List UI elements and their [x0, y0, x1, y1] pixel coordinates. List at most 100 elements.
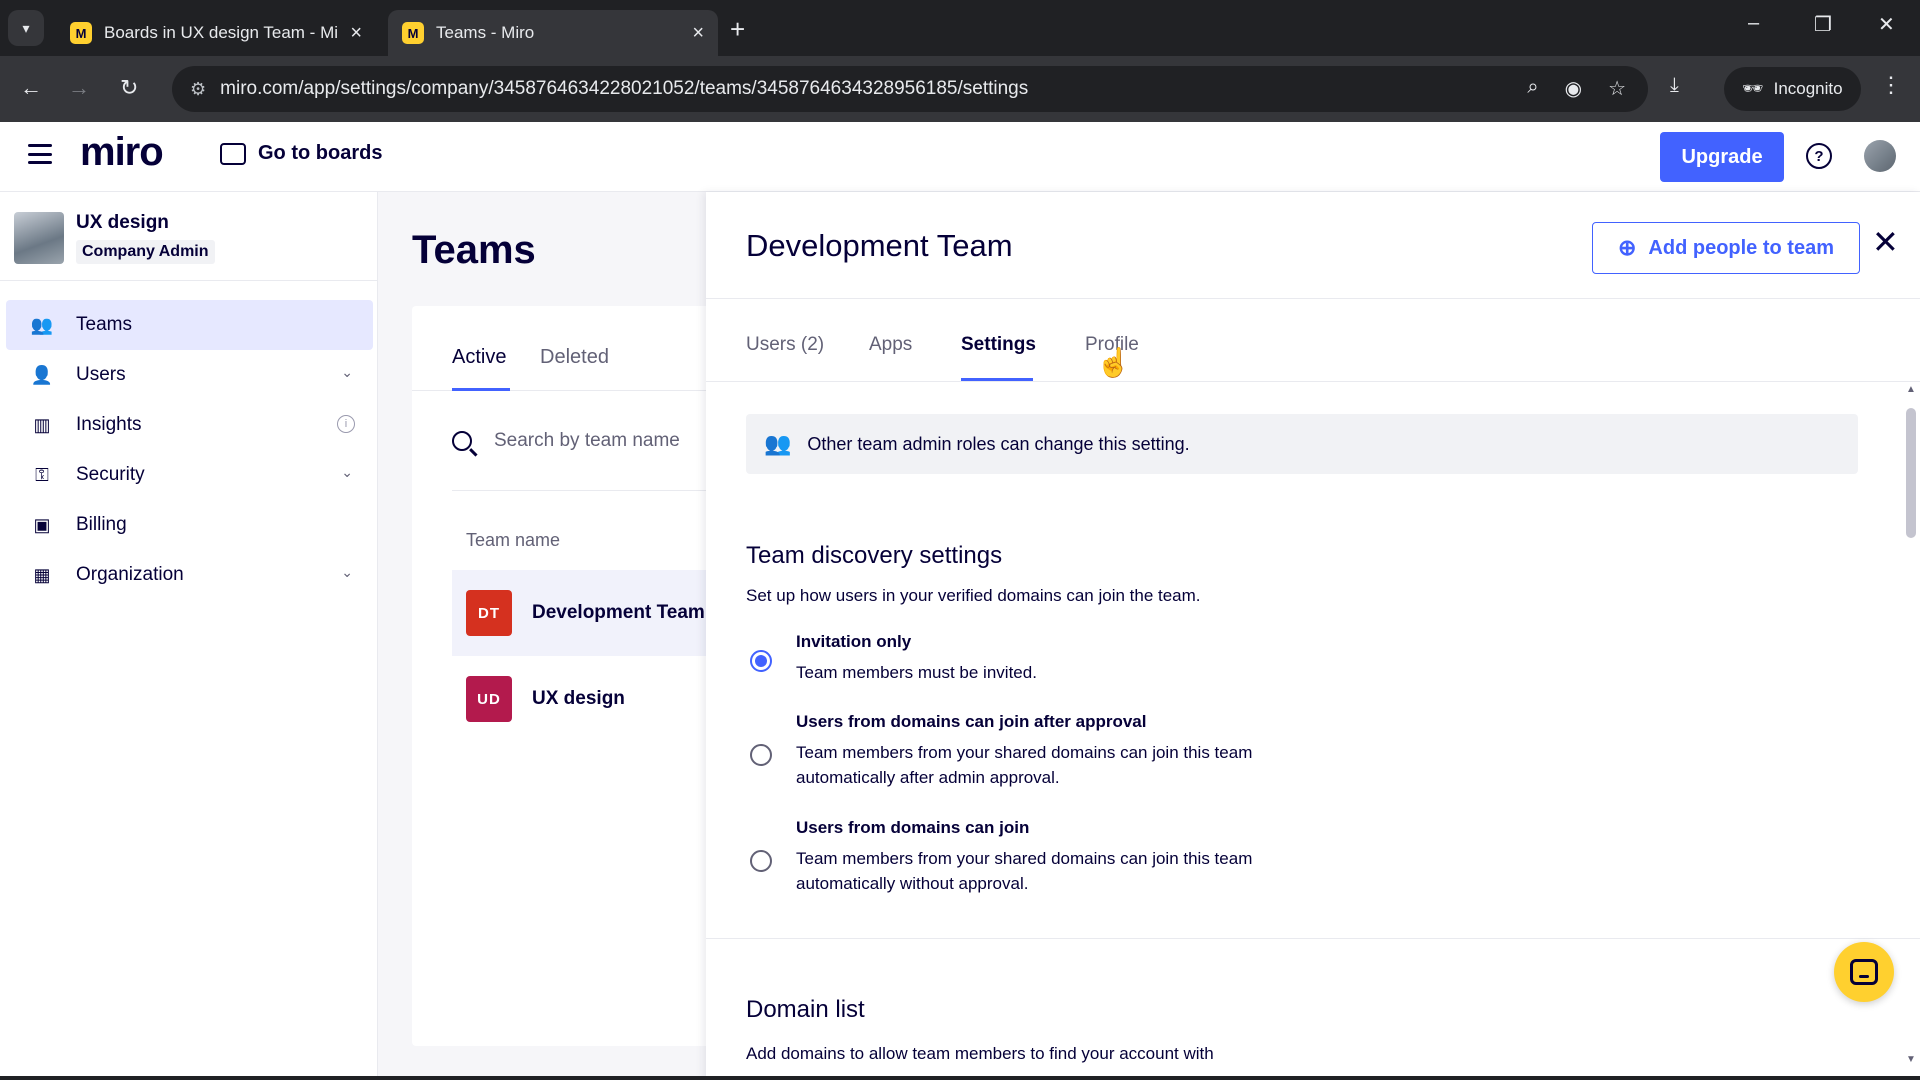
building-icon: ▦ — [33, 564, 51, 585]
tab-apps[interactable]: Apps — [869, 334, 912, 356]
domain-list-title: Domain list — [746, 996, 865, 1023]
team-detail-panel: Development Team ⊕ Add people to team ✕ … — [706, 192, 1920, 1080]
column-header-team-name[interactable]: Team name — [466, 530, 560, 551]
sidebar-item-organization[interactable]: ▦ Organization ⌄ — [6, 550, 373, 600]
minimize-window-icon[interactable]: – — [1748, 12, 1759, 35]
sidebar-item-billing[interactable]: ▣ Billing — [6, 500, 373, 550]
radio-button-checked[interactable] — [750, 650, 772, 672]
miro-favicon-icon: M — [70, 22, 92, 44]
search-placeholder: Search by team name — [494, 430, 680, 451]
tab-settings[interactable]: Settings — [961, 334, 1036, 356]
scroll-up-arrow-icon[interactable]: ▲ — [1906, 384, 1916, 395]
radio-button[interactable] — [750, 850, 772, 872]
url-text: miro.com/app/settings/company/3458764634… — [220, 78, 1029, 99]
table-row[interactable]: DT Development Team — [452, 570, 712, 656]
tabs-divider — [706, 381, 1920, 382]
teams-list-area: Teams Active Deleted Search by team name… — [378, 192, 712, 1080]
table-row[interactable]: UD UX design — [452, 656, 712, 742]
sidebar-item-label: Security — [76, 464, 145, 485]
hamburger-menu-icon[interactable] — [28, 144, 52, 164]
download-icon[interactable]: ⤓ — [1670, 74, 1679, 97]
radio-button[interactable] — [750, 744, 772, 766]
add-user-icon: ⊕ — [1617, 235, 1637, 260]
tab-users[interactable]: Users (2) — [746, 334, 824, 356]
sidebar: UX design Company Admin 👥 Teams 👤 Users … — [0, 192, 378, 1080]
browser-toolbar: ← → ↻ ⚙ miro.com/app/settings/company/34… — [0, 56, 1920, 122]
close-tab-icon[interactable]: × — [692, 22, 704, 45]
browser-menu-icon[interactable]: ⋮ — [1880, 72, 1902, 98]
browser-tab-teams[interactable]: M Teams - Miro × — [388, 10, 718, 56]
info-icon[interactable]: i — [337, 415, 355, 433]
upgrade-button[interactable]: Upgrade — [1660, 132, 1784, 182]
forward-arrow-icon[interactable]: → — [68, 75, 90, 101]
chevron-down-icon: ⌄ — [341, 564, 353, 580]
radio-description: Team members from your shared domains ca… — [796, 849, 1253, 893]
active-tab-indicator — [452, 388, 510, 391]
close-icon[interactable]: ✕ — [1872, 226, 1899, 258]
section-divider — [706, 938, 1920, 939]
team-discovery-title: Team discovery settings — [746, 542, 1003, 569]
restore-window-icon[interactable]: ❐ — [1814, 12, 1832, 37]
tab-search-chevron-icon[interactable]: ▾ — [8, 10, 44, 46]
pointer-hand-cursor-icon: ☝ — [1096, 347, 1131, 378]
go-to-boards-label: Go to boards — [258, 142, 383, 164]
radio-description: Team members from your shared domains ca… — [796, 743, 1253, 787]
tab-deleted[interactable]: Deleted — [540, 346, 609, 369]
boards-icon — [220, 142, 246, 165]
browser-tab-boards[interactable]: M Boards in UX design Team - Mi × — [56, 10, 376, 56]
help-icon[interactable]: ? — [1806, 143, 1832, 169]
new-tab-plus-icon[interactable]: + — [730, 14, 745, 45]
organization-role-badge: Company Admin — [76, 240, 215, 264]
organization-switcher[interactable]: UX design Company Admin — [14, 210, 374, 272]
site-settings-icon[interactable]: ⚙ — [190, 79, 206, 100]
bar-chart-icon: ▥ — [33, 414, 51, 435]
page-title: Teams — [412, 228, 536, 272]
sidebar-item-security[interactable]: ⚿ Security ⌄ — [6, 450, 373, 500]
key-icon: ⚿ — [35, 464, 49, 485]
sidebar-item-label: Teams — [76, 314, 132, 335]
miro-logo[interactable]: miro — [80, 130, 164, 175]
go-to-boards-link[interactable]: Go to boards — [220, 142, 382, 165]
radio-label: Users from domains can join after approv… — [796, 712, 1147, 731]
add-people-label: Add people to team — [1648, 236, 1834, 259]
sidebar-item-label: Insights — [76, 414, 142, 435]
browser-tab-title: Teams - Miro — [436, 23, 535, 42]
domain-list-description: Add domains to allow team members to fin… — [746, 1044, 1214, 1063]
avatar[interactable] — [1864, 140, 1896, 172]
panel-title: Development Team — [746, 228, 1013, 263]
radio-description: Team members must be invited. — [796, 663, 1037, 682]
zoom-icon[interactable]: ⌕ — [1527, 76, 1538, 101]
search-divider — [452, 490, 712, 491]
info-banner-text: Other team admin roles can change this s… — [807, 433, 1190, 454]
sidebar-item-teams[interactable]: 👥 Teams — [6, 300, 373, 350]
team-search-input[interactable]: Search by team name — [452, 430, 680, 452]
sidebar-item-label: Billing — [76, 514, 127, 535]
sidebar-item-label: Organization — [76, 564, 184, 585]
chat-support-button[interactable] — [1834, 942, 1894, 1002]
add-people-button[interactable]: ⊕ Add people to team — [1592, 222, 1860, 274]
tab-active[interactable]: Active — [452, 346, 506, 369]
sidebar-item-users[interactable]: 👤 Users ⌄ — [6, 350, 373, 400]
team-initials-badge: DT — [466, 590, 512, 636]
scroll-down-arrow-icon[interactable]: ▼ — [1906, 1054, 1916, 1065]
address-bar[interactable]: ⚙ miro.com/app/settings/company/34587646… — [172, 66, 1648, 112]
info-banner: 👥 Other team admin roles can change this… — [746, 414, 1858, 474]
close-tab-icon[interactable]: × — [350, 22, 362, 45]
close-window-icon[interactable]: ✕ — [1878, 12, 1895, 37]
browser-tab-title: Boards in UX design Team - Mi — [104, 23, 339, 42]
app-header: miro Go to boards Upgrade ? — [0, 122, 1920, 192]
back-arrow-icon[interactable]: ← — [20, 75, 42, 101]
chevron-down-icon: ⌄ — [341, 464, 353, 480]
team-discovery-description: Set up how users in your verified domain… — [746, 586, 1201, 605]
user-icon: 👤 — [30, 364, 54, 385]
eye-off-icon[interactable]: ◉ — [1565, 76, 1582, 101]
window-bottom-edge — [0, 1076, 1920, 1080]
incognito-label: Incognito — [1773, 79, 1843, 98]
address-bar-actions: ⌕ ◉ ☆ — [1527, 76, 1626, 101]
incognito-indicator[interactable]: 🕶 Incognito — [1724, 67, 1861, 111]
bookmark-star-icon[interactable]: ☆ — [1608, 76, 1626, 101]
scrollbar-thumb[interactable] — [1906, 408, 1916, 538]
reload-icon[interactable]: ↻ — [120, 75, 138, 101]
radio-label: Invitation only — [796, 632, 912, 651]
sidebar-item-insights[interactable]: ▥ Insights i — [6, 400, 373, 450]
